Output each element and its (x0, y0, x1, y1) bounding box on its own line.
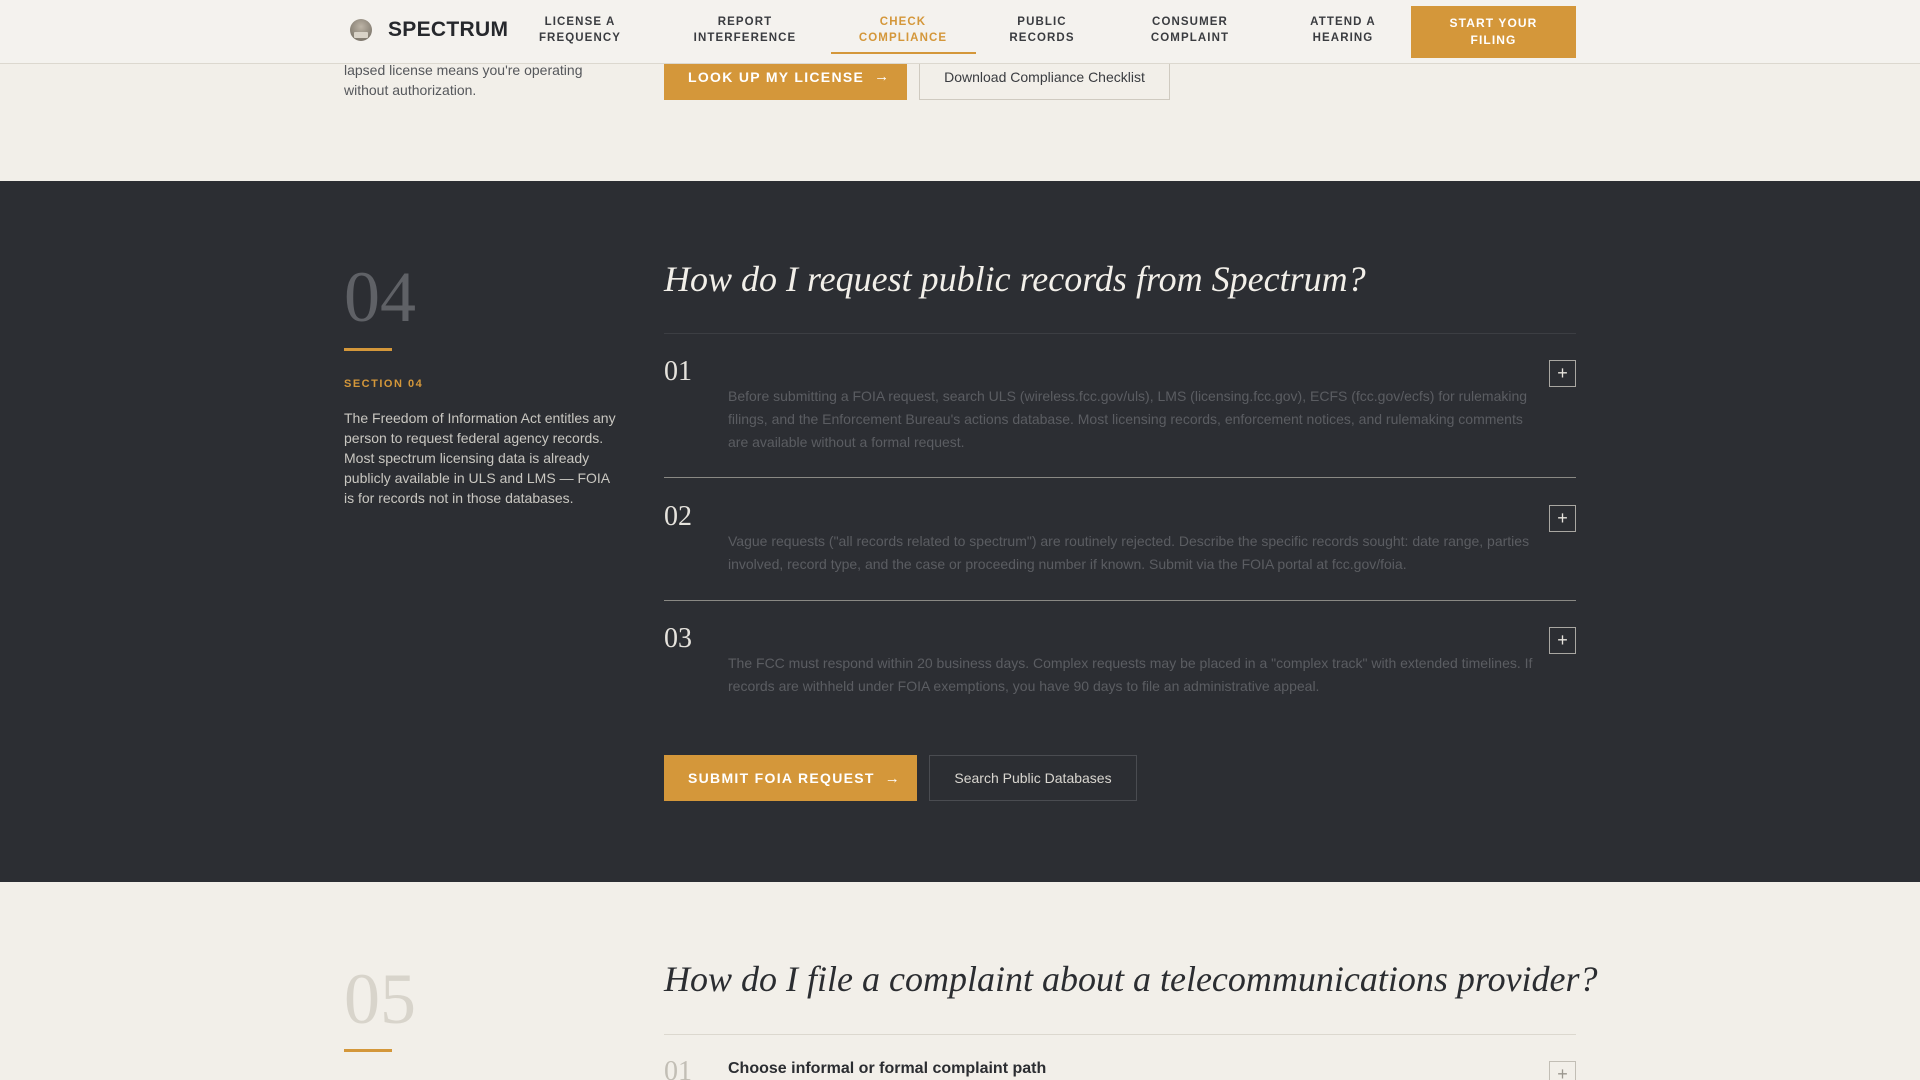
nav-item-report-interference[interactable]: REPORT INTERFERENCE (685, 14, 805, 46)
section-label: SECTION 04 (344, 378, 424, 390)
faq-divider (664, 600, 1576, 601)
expand-plus-icon[interactable]: + (1549, 360, 1576, 387)
expand-plus-icon[interactable]: + (1549, 627, 1576, 654)
expand-plus-icon[interactable]: + (1549, 505, 1576, 532)
nav-item-label-line2: RECORDS (1009, 32, 1075, 44)
nav-item-label-line2: COMPLIANCE (858, 32, 948, 44)
faq-number: 01 (664, 356, 692, 387)
search-public-databases-button[interactable]: Search Public Databases (929, 755, 1137, 801)
cta-label-line2: FILING (1470, 33, 1517, 47)
nav-item-label-line2: COMPLAINT (1150, 32, 1230, 44)
faq-divider (664, 1034, 1576, 1035)
active-nav-indicator (831, 52, 976, 54)
section-number-accent-bar (344, 1049, 392, 1052)
nav-item-label-line1: LICENSE A (544, 16, 616, 28)
brand-logo[interactable]: SPECTRUM (350, 18, 508, 42)
nav-item-label-line1: PUBLIC (1017, 16, 1067, 28)
faq-divider (664, 477, 1576, 478)
nav-item-label-line1: CHECK (879, 16, 927, 28)
faq-number: 02 (664, 501, 692, 532)
nav-item-consumer-complaint[interactable]: CONSUMER COMPLAINT (1130, 14, 1250, 46)
faq-number: 03 (664, 623, 692, 654)
start-filing-button[interactable]: START YOUR FILING (1411, 6, 1576, 58)
top-navigation: SPECTRUM LICENSE A FREQUENCY REPORT INTE… (0, 0, 1920, 64)
nav-item-label-line2: HEARING (1312, 32, 1374, 44)
brand-name: SPECTRUM (388, 18, 509, 41)
section-question-title: How do I file a complaint about a teleco… (664, 959, 1598, 999)
nav-item-label-line1: ATTEND A (1310, 16, 1376, 28)
expand-plus-icon[interactable]: + (1549, 1061, 1576, 1080)
arrow-right-icon: → (884, 769, 902, 787)
faq-divider (664, 333, 1576, 334)
section-number-accent-bar (344, 348, 392, 351)
faq-question: Choose informal or formal complaint path (728, 1060, 1047, 1077)
button-label: Download Compliance Checklist (944, 68, 1145, 85)
section-number: 05 (344, 959, 416, 1039)
button-label: Search Public Databases (954, 770, 1112, 786)
faq-answer: Vague requests ("all records related to … (728, 533, 1530, 572)
nav-item-license-frequency[interactable]: LICENSE A FREQUENCY (530, 14, 630, 46)
button-label: LOOK UP MY LICENSE (688, 68, 865, 85)
submit-foia-button[interactable]: SUBMIT FOIA REQUEST → (664, 755, 917, 801)
section-description: lapsed license means you're operating wi… (344, 62, 583, 98)
nav-item-label-line1: CONSUMER (1152, 16, 1228, 28)
faq-number: 01 (664, 1056, 692, 1080)
nav-item-label-line2: FREQUENCY (538, 32, 622, 44)
button-label: SUBMIT FOIA REQUEST (688, 770, 875, 786)
nav-item-check-compliance[interactable]: CHECK COMPLIANCE (843, 14, 963, 46)
faq-answer: Before submitting a FOIA request, search… (728, 388, 1528, 450)
section-question-title: How do I request public records from Spe… (664, 259, 1366, 299)
section-description: The Freedom of Information Act entitles … (344, 410, 616, 506)
nav-item-label-line1: REPORT (717, 16, 773, 28)
nav-item-attend-hearing[interactable]: ATTEND A HEARING (1293, 14, 1393, 46)
cta-label-line1: START YOUR (1449, 16, 1538, 30)
nav-item-label-line2: INTERFERENCE (693, 32, 797, 44)
faq-answer: The FCC must respond within 20 business … (728, 655, 1533, 694)
section-number: 04 (344, 257, 416, 337)
nav-item-public-records[interactable]: PUBLIC RECORDS (992, 14, 1092, 46)
seal-icon (350, 19, 372, 41)
arrow-right-icon: → (874, 68, 891, 85)
